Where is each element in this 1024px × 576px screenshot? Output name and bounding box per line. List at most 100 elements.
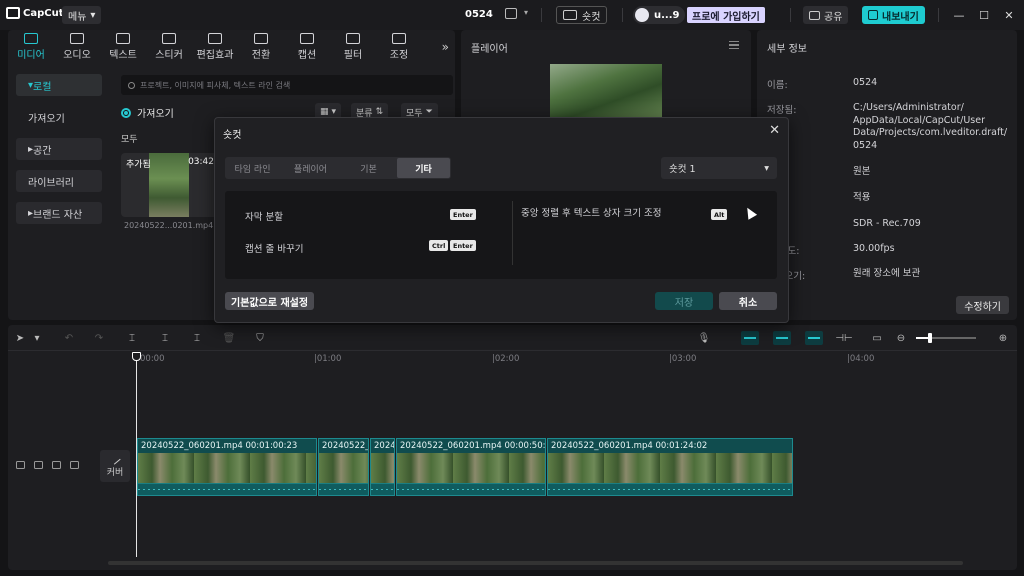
divider bbox=[790, 8, 791, 22]
import-button[interactable]: 가져오기 bbox=[121, 105, 174, 120]
audio-waveform bbox=[138, 483, 316, 495]
sidebar-item-import[interactable]: 가져오기 bbox=[16, 106, 102, 128]
reset-defaults-button[interactable]: 기본값으로 재설정 bbox=[225, 292, 315, 310]
close-icon[interactable]: ✕ bbox=[769, 123, 780, 138]
undo-icon[interactable]: ↶ bbox=[64, 332, 74, 344]
tab-audio[interactable]: 오디오 bbox=[54, 30, 100, 64]
tab-label: 텍스트 bbox=[109, 50, 137, 61]
share-button[interactable]: 공유 bbox=[803, 6, 849, 24]
tab-timeline[interactable]: 타임 라인 bbox=[226, 158, 279, 178]
menu-button[interactable]: 메뉴 ▾ bbox=[62, 6, 102, 24]
tab-effects[interactable]: 편집효과 bbox=[192, 30, 238, 64]
clip-label: 20240522_060201.mp4 00:01:24:02 bbox=[551, 441, 708, 451]
sidebar-item-local[interactable]: ▾ 로컬 bbox=[16, 74, 102, 96]
playhead-handle[interactable] bbox=[132, 352, 141, 361]
tab-filter[interactable]: 필터 bbox=[330, 30, 376, 64]
menu-icon[interactable] bbox=[729, 41, 739, 49]
magnet-link-icon[interactable] bbox=[741, 331, 759, 345]
shortcut-button[interactable]: 숏컷 bbox=[556, 6, 608, 24]
edit-details-button[interactable]: 수정하기 bbox=[956, 296, 1009, 314]
detail-value: C:/Users/Administrator/ AppData/Local/Ca… bbox=[853, 102, 1008, 151]
chevron-down-icon[interactable]: ▾ bbox=[32, 332, 42, 344]
timeline-clip[interactable]: 20240522_060201.mp4 00:00:50:25 bbox=[396, 438, 546, 496]
detail-value: 30.00fps bbox=[853, 243, 895, 254]
linkage-icon[interactable] bbox=[805, 331, 823, 345]
audio-waveform bbox=[371, 483, 394, 495]
timeline-clip[interactable]: 2024 bbox=[370, 438, 395, 496]
track-icon[interactable] bbox=[16, 461, 25, 469]
align-center-icon[interactable]: ⊣⊢ bbox=[835, 332, 852, 344]
cover-button[interactable]: 커버 bbox=[100, 450, 130, 482]
split-icon[interactable]: ⌶ bbox=[127, 332, 137, 344]
tab-media[interactable]: 미디어 bbox=[8, 30, 54, 64]
sidebar-item-space[interactable]: ▸ 공간 bbox=[16, 138, 102, 160]
import-radio-icon bbox=[121, 107, 131, 118]
shortcut-key[interactable]: Enter bbox=[450, 209, 476, 220]
zoom-slider-handle[interactable] bbox=[928, 333, 932, 343]
tab-basic[interactable]: 기본 bbox=[342, 158, 395, 178]
preview-axis-icon[interactable]: ▭ bbox=[872, 332, 882, 344]
timeline-panel: ➤ ▾ ↶ ↷ ⌶ ⌶ ⌶ 🗑 ⛉ 🎙 ⊣⊢ ▭ ⊖ ⊕ 00:00 |01:0… bbox=[8, 325, 1017, 570]
project-name: 0524 bbox=[465, 9, 493, 20]
close-window-icon[interactable]: ✕ bbox=[1000, 6, 1018, 24]
tab-sticker[interactable]: 스티커 bbox=[146, 30, 192, 64]
timeline-clip[interactable]: 20240522_060201.mp4 00:01:00:23 bbox=[137, 438, 317, 496]
split-left-icon[interactable]: ⌶ bbox=[160, 332, 170, 344]
zoom-in-icon[interactable]: ⊕ bbox=[998, 332, 1008, 344]
cover-label: 커버 bbox=[106, 467, 124, 478]
auto-snap-icon[interactable] bbox=[773, 331, 791, 345]
media-item-card[interactable]: 추가됨 03:42 bbox=[121, 153, 218, 217]
speaker-icon[interactable] bbox=[70, 461, 79, 469]
clip-thumbnails bbox=[371, 453, 394, 484]
lock-icon[interactable] bbox=[34, 461, 43, 469]
media-duration: 03:42 bbox=[188, 157, 214, 167]
app-logo-text: CapCut bbox=[23, 7, 64, 19]
playhead-line[interactable] bbox=[136, 352, 137, 557]
tab-caption[interactable]: 캡션 bbox=[284, 30, 330, 64]
export-button[interactable]: 내보내기 bbox=[862, 6, 925, 24]
select-cursor-icon[interactable]: ➤ bbox=[15, 332, 25, 344]
layout-chevron-icon[interactable]: ▾ bbox=[524, 8, 528, 17]
detail-key: 저장됨: bbox=[767, 105, 797, 116]
sidebar-item-brand-assets[interactable]: ▸ 브랜드 자산 bbox=[16, 202, 102, 224]
sidebar-item-library[interactable]: 라이브러리 bbox=[16, 170, 102, 192]
user-account-button[interactable]: u...9 bbox=[633, 6, 686, 24]
save-button[interactable]: 저장 bbox=[655, 292, 713, 310]
tab-label: 스티커 bbox=[155, 50, 183, 61]
tab-other[interactable]: 기타 bbox=[396, 158, 451, 178]
shield-icon[interactable]: ⛉ bbox=[255, 332, 265, 344]
audio-waveform bbox=[319, 483, 368, 495]
delete-icon[interactable]: 🗑 bbox=[223, 332, 236, 344]
pro-subscribe-button[interactable]: 프로에 가입하기 bbox=[687, 7, 765, 23]
cancel-button[interactable]: 취소 bbox=[719, 292, 777, 310]
timeline-ruler[interactable]: 00:00 |01:00 |02:00 |03:00 |04:00 bbox=[136, 352, 1016, 366]
shortcut-key[interactable]: Ctrl bbox=[429, 240, 449, 251]
redo-icon[interactable]: ↷ bbox=[94, 332, 104, 344]
layout-icon[interactable] bbox=[505, 8, 517, 19]
more-tabs-icon[interactable]: » bbox=[442, 40, 449, 54]
tab-adjust[interactable]: 조정 bbox=[376, 30, 422, 64]
media-search-input[interactable]: 프로젝트, 이미지에 피사체, 텍스트 라인 검색 bbox=[121, 75, 453, 95]
microphone-icon[interactable]: 🎙 bbox=[698, 332, 711, 344]
tab-text[interactable]: 텍스트 bbox=[100, 30, 146, 64]
timeline-scrollbar[interactable] bbox=[108, 561, 963, 565]
timeline-clip[interactable]: 20240522_0 bbox=[318, 438, 369, 496]
ruler-label: |01:00 bbox=[314, 354, 342, 364]
timeline-clip[interactable]: 20240522_060201.mp4 00:01:24:02 bbox=[547, 438, 793, 496]
export-icon bbox=[868, 10, 878, 20]
ruler-label: |02:00 bbox=[492, 354, 520, 364]
tab-player[interactable]: 플레이어 bbox=[281, 158, 340, 178]
shortcut-key[interactable]: Alt bbox=[711, 209, 728, 220]
maximize-icon[interactable]: ☐ bbox=[975, 6, 993, 24]
section-label: 모두 bbox=[121, 135, 138, 145]
video-preview[interactable] bbox=[550, 64, 662, 124]
zoom-out-icon[interactable]: ⊖ bbox=[896, 332, 906, 344]
eye-icon[interactable] bbox=[52, 461, 61, 469]
split-right-icon[interactable]: ⌶ bbox=[192, 332, 202, 344]
detail-value: 적용 bbox=[853, 192, 871, 203]
shortcut-key[interactable]: Enter bbox=[450, 240, 476, 251]
minimize-icon[interactable]: — bbox=[950, 6, 968, 24]
shortcut-button-label: 숏컷 bbox=[582, 11, 601, 23]
shortcut-preset-select[interactable]: 숏컷 1 ▾ bbox=[661, 157, 777, 179]
tab-transition[interactable]: 전환 bbox=[238, 30, 284, 64]
